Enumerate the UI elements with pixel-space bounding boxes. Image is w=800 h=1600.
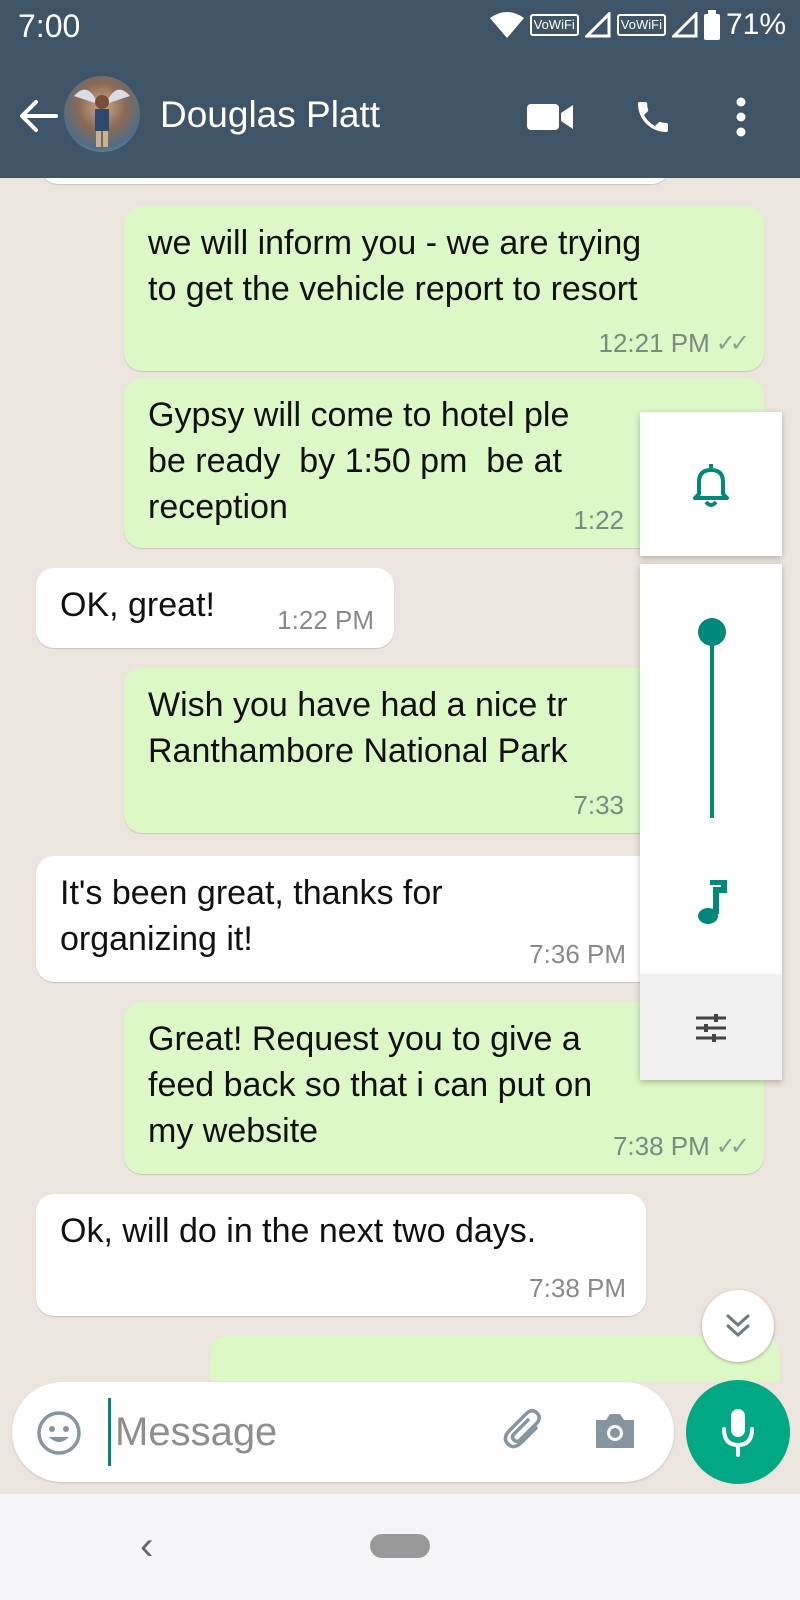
music-note-icon	[698, 880, 727, 924]
message-time: 7:38 PM	[612, 1131, 710, 1161]
volume-panel	[640, 564, 782, 1080]
microphone-icon	[722, 1409, 754, 1457]
read-ticks-icon: ✓✓	[715, 1133, 750, 1160]
status-bar: 7:00 VoWiFi VoWiFi 71%	[0, 0, 800, 56]
message-meta: 7:33	[573, 790, 624, 821]
message-time: 7:36 PM	[529, 939, 626, 969]
slider-knob[interactable]	[698, 618, 726, 646]
camera-icon[interactable]	[592, 1410, 638, 1452]
slider-track	[710, 630, 714, 818]
message-bubble[interactable]: It's been great, thanks for organizing i…	[36, 856, 656, 982]
signal-icon-2	[671, 12, 698, 38]
battery-percent: 71%	[725, 8, 786, 41]
message-time: 7:33	[573, 790, 624, 820]
more-options-icon[interactable]	[726, 92, 756, 142]
message-meta: 1:22	[573, 505, 624, 536]
battery-icon	[703, 10, 720, 40]
double-chevron-down-icon	[726, 1314, 750, 1338]
sound-settings-button[interactable]	[640, 974, 782, 1080]
message-partial	[210, 1336, 780, 1382]
message-meta: 12:21 PM ✓✓	[598, 328, 750, 359]
nav-home-pill[interactable]	[370, 1534, 430, 1558]
emoji-icon[interactable]	[36, 1410, 82, 1456]
system-navigation-bar: ‹	[0, 1494, 800, 1600]
message-bubble[interactable]: OK, great! 1:22 PM	[36, 568, 394, 648]
message-time: 7:38 PM	[529, 1273, 626, 1303]
attach-icon[interactable]	[502, 1408, 548, 1454]
nav-back-icon[interactable]: ‹	[140, 1524, 153, 1569]
message-meta: 7:38 PM	[529, 1273, 626, 1304]
message-meta: 7:38 PM ✓✓	[612, 1131, 750, 1162]
phone-call-icon[interactable]	[628, 92, 678, 142]
message-text: Ok, will do in the next two days.	[60, 1212, 537, 1250]
ringer-mode-button[interactable]	[640, 412, 782, 556]
message-partial	[40, 178, 670, 184]
contact-name[interactable]: Douglas Platt	[160, 94, 380, 136]
message-input[interactable]	[108, 1398, 497, 1466]
vowifi-badge-2: VoWiFi	[616, 14, 666, 36]
message-time: 1:22 PM	[277, 605, 374, 635]
media-volume-slider[interactable]	[640, 564, 782, 844]
voice-message-button[interactable]	[686, 1380, 790, 1484]
wifi-icon	[489, 12, 524, 38]
sliders-icon	[696, 1014, 726, 1042]
message-composer	[12, 1382, 674, 1482]
read-ticks-icon: ✓✓	[715, 330, 750, 357]
signal-icon	[584, 12, 611, 38]
vowifi-badge: VoWiFi	[529, 14, 579, 36]
message-text: we will inform you - we are trying to ge…	[148, 224, 642, 308]
message-meta: 7:36 PM	[529, 939, 626, 970]
message-time: 1:22	[573, 505, 624, 535]
message-bubble[interactable]: Ok, will do in the next two days. 7:38 P…	[36, 1194, 646, 1316]
message-bubble[interactable]: we will inform you - we are trying to ge…	[124, 206, 764, 371]
bell-icon	[693, 464, 729, 507]
back-arrow-icon[interactable]	[16, 94, 60, 138]
status-time: 7:00	[18, 8, 81, 44]
scroll-to-bottom-button[interactable]	[702, 1290, 774, 1362]
avatar[interactable]	[64, 76, 140, 152]
status-icons: VoWiFi VoWiFi 71%	[489, 8, 786, 42]
chat-header: Douglas Platt	[0, 56, 800, 178]
message-meta: 1:22 PM	[277, 605, 374, 636]
message-time: 12:21 PM	[598, 328, 710, 358]
video-call-icon[interactable]	[526, 92, 576, 142]
